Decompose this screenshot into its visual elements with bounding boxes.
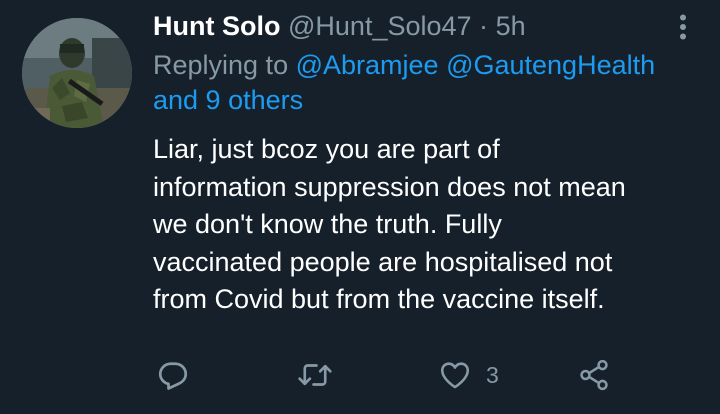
timestamp[interactable]: 5h bbox=[496, 11, 526, 41]
like-count: 3 bbox=[486, 361, 499, 388]
more-vertical-icon bbox=[680, 14, 686, 40]
user-handle[interactable]: @Hunt_Solo47 bbox=[288, 11, 472, 41]
reply-button[interactable] bbox=[155, 352, 191, 398]
retweet-icon bbox=[298, 364, 332, 386]
like-button[interactable]: 3 bbox=[438, 352, 499, 398]
share-icon bbox=[580, 359, 608, 391]
tweet[interactable]: Hunt Solo @Hunt_Solo47 · 5h Replying to … bbox=[0, 0, 720, 414]
retweet-button[interactable] bbox=[296, 352, 334, 398]
separator-dot: · bbox=[479, 11, 489, 41]
tweet-header: Hunt Solo @Hunt_Solo47 · 5h bbox=[153, 8, 673, 44]
tweet-text-line: vaccinated people are hospitalised not bbox=[153, 246, 613, 277]
replying-prefix: Replying to bbox=[153, 50, 296, 80]
avatar-image bbox=[22, 18, 132, 128]
tweet-actions: 3 bbox=[0, 352, 720, 398]
mention-link[interactable]: @Abramjee bbox=[296, 50, 439, 80]
tweet-text: Liar, just bcoz you are part of informat… bbox=[153, 131, 673, 319]
replying-to: Replying to @Abramjee @GautengHealth and… bbox=[153, 48, 673, 118]
tweet-text-line: information suppression does not mean bbox=[153, 171, 626, 202]
avatar[interactable] bbox=[22, 18, 132, 128]
reply-bubble-icon bbox=[158, 362, 188, 390]
and-others-link[interactable]: and 9 others bbox=[153, 85, 303, 115]
heart-icon bbox=[440, 362, 470, 389]
tweet-text-line: we don't know the truth. Fully bbox=[153, 209, 502, 239]
mention-link[interactable]: @GautengHealth bbox=[446, 50, 655, 80]
display-name[interactable]: Hunt Solo bbox=[153, 11, 280, 41]
tweet-content: Hunt Solo @Hunt_Solo47 · 5h Replying to … bbox=[153, 8, 673, 319]
tweet-text-line: Liar, just bcoz you are part of bbox=[153, 134, 500, 164]
tweet-text-line: from Covid but from the vaccine itself. bbox=[153, 284, 605, 314]
share-button[interactable] bbox=[577, 352, 611, 398]
